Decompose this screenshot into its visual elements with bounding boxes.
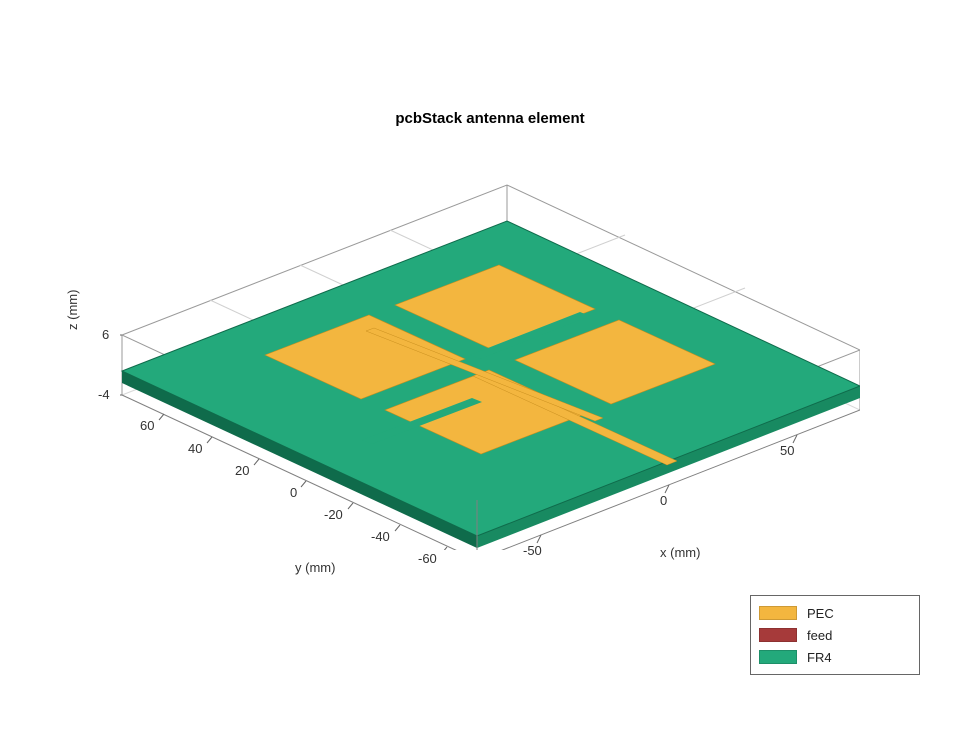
legend-item-pec: PEC <box>759 602 909 624</box>
y-tick-40: 40 <box>188 441 202 456</box>
y-tick--20: -20 <box>324 507 343 522</box>
y-tick--60: -60 <box>418 551 437 566</box>
chart-svg <box>120 130 860 550</box>
y-tick-0: 0 <box>290 485 297 500</box>
y-tick-60: 60 <box>140 418 154 433</box>
legend-label-feed: feed <box>807 628 832 643</box>
chart-3d-axes: z (mm) 6 -4 60 40 20 0 -20 -40 -60 y (mm… <box>120 130 860 550</box>
z-axis-label: z (mm) <box>65 290 80 330</box>
legend: PEC feed FR4 <box>750 595 920 675</box>
legend-item-feed: feed <box>759 624 909 646</box>
y-tick--40: -40 <box>371 529 390 544</box>
x-tick--50: -50 <box>523 543 542 558</box>
legend-swatch-feed <box>759 628 797 642</box>
z-tick-6: 6 <box>102 327 109 342</box>
x-axis-label: x (mm) <box>660 545 700 560</box>
legend-label-fr4: FR4 <box>807 650 832 665</box>
legend-item-fr4: FR4 <box>759 646 909 668</box>
y-axis-label: y (mm) <box>295 560 335 575</box>
y-tick-20: 20 <box>235 463 249 478</box>
chart-title: pcbStack antenna element <box>0 110 980 127</box>
legend-label-pec: PEC <box>807 606 834 621</box>
legend-swatch-fr4 <box>759 650 797 664</box>
x-tick-50: 50 <box>780 443 794 458</box>
z-tick--4: -4 <box>98 387 110 402</box>
legend-swatch-pec <box>759 606 797 620</box>
x-tick-0: 0 <box>660 493 667 508</box>
